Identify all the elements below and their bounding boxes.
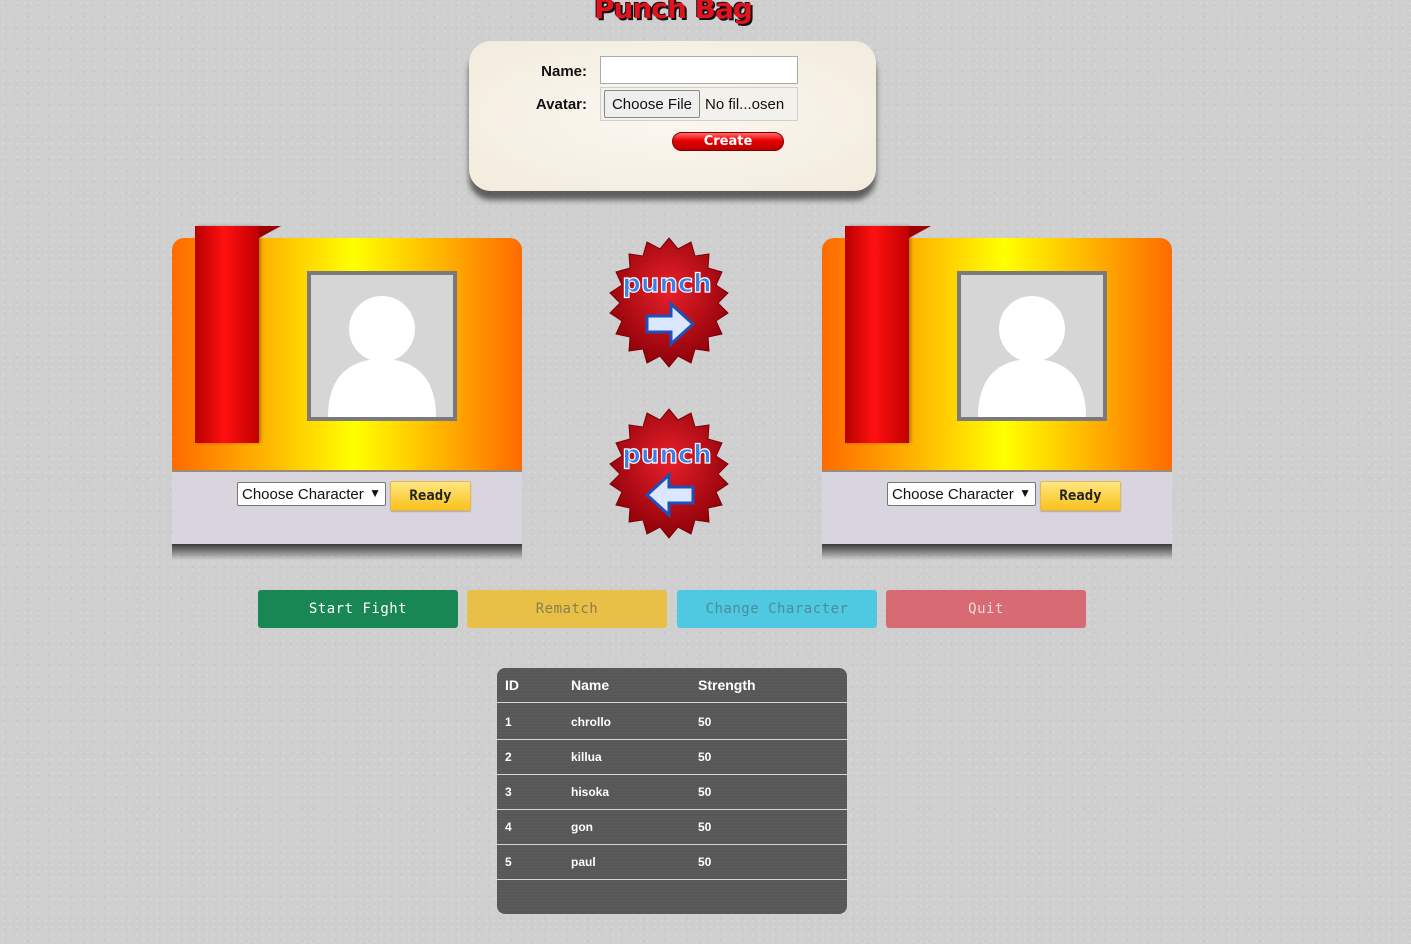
player-two-character-select[interactable]: Choose Character ▼ xyxy=(887,482,1036,506)
cell-strength: 50 xyxy=(698,785,712,799)
cell-strength: 50 xyxy=(698,715,712,729)
chevron-down-icon: ▼ xyxy=(1019,486,1031,500)
cell-name: killua xyxy=(571,750,602,764)
name-input[interactable] xyxy=(600,56,798,84)
player-one-avatar xyxy=(307,271,457,421)
punch-right-button[interactable]: punch xyxy=(603,236,735,368)
name-label: Name: xyxy=(541,63,587,80)
player-two-ready-button[interactable]: Ready xyxy=(1040,481,1121,511)
player-one-controls: Choose Character ▼ Ready xyxy=(172,470,522,544)
cell-id: 5 xyxy=(505,855,512,869)
cell-strength: 50 xyxy=(698,855,712,869)
column-header-strength: Strength xyxy=(698,677,756,693)
punch-left-button[interactable]: punch xyxy=(603,407,735,539)
table-row[interactable]: 2 killua 50 xyxy=(497,740,847,775)
column-header-name: Name xyxy=(571,677,610,693)
cell-id: 3 xyxy=(505,785,512,799)
player-one-ready-button[interactable]: Ready xyxy=(390,481,471,511)
punch-left-arrow-icon: punch xyxy=(609,408,729,539)
avatar-label: Avatar: xyxy=(535,96,587,113)
change-character-button[interactable]: Change Character xyxy=(677,590,877,628)
cell-id: 1 xyxy=(505,715,512,729)
cell-name: paul xyxy=(571,855,596,869)
cell-name: gon xyxy=(571,820,593,834)
select-value: Choose Character xyxy=(242,485,364,503)
cell-id: 4 xyxy=(505,820,512,834)
punch-right-label: punch xyxy=(622,269,712,299)
choose-file-button[interactable]: Choose File xyxy=(604,90,700,118)
table-row[interactable]: 4 gon 50 xyxy=(497,810,847,845)
page: Punch Bag Name: Avatar: Choose File No f… xyxy=(0,0,1411,944)
cell-strength: 50 xyxy=(698,820,712,834)
ribbon-fold-decoration xyxy=(259,226,281,238)
create-button[interactable]: Create xyxy=(672,132,784,151)
file-status-text: No fil...osen xyxy=(705,96,785,113)
table-header-row: ID Name Strength xyxy=(497,668,847,703)
cell-strength: 50 xyxy=(698,750,712,764)
character-table: ID Name Strength 1 chrollo 50 2 killua 5… xyxy=(497,668,847,914)
chevron-down-icon: ▼ xyxy=(369,486,381,500)
player-two-controls: Choose Character ▼ Ready xyxy=(822,470,1172,544)
ribbon-decoration xyxy=(195,226,259,443)
punch-left-label: punch xyxy=(622,440,712,470)
player-one-character-select[interactable]: Choose Character ▼ xyxy=(237,482,386,506)
cell-name: hisoka xyxy=(571,785,610,799)
select-value: Choose Character xyxy=(892,485,1014,503)
avatar-placeholder-icon xyxy=(311,275,453,417)
ribbon-decoration xyxy=(845,226,909,443)
player-two-card: Choose Character ▼ Ready xyxy=(822,226,1172,566)
ribbon-fold-decoration xyxy=(909,226,931,238)
rematch-button[interactable]: Rematch xyxy=(467,590,667,628)
table-row[interactable]: 5 paul 50 xyxy=(497,845,847,880)
create-character-form: Name: Avatar: Choose File No fil...osen … xyxy=(469,41,876,191)
player-one-card: Choose Character ▼ Ready xyxy=(172,226,522,566)
cell-id: 2 xyxy=(505,750,512,764)
cell-name: chrollo xyxy=(571,715,612,729)
table-row[interactable]: 3 hisoka 50 xyxy=(497,775,847,810)
table-row[interactable]: 1 chrollo 50 xyxy=(497,705,847,740)
quit-button[interactable]: Quit xyxy=(886,590,1086,628)
avatar-placeholder-icon xyxy=(961,275,1103,417)
start-fight-button[interactable]: Start Fight xyxy=(258,590,458,628)
card-shadow xyxy=(822,544,1172,560)
app-title: Punch Bag xyxy=(594,0,753,25)
avatar-file-input[interactable]: Choose File No fil...osen xyxy=(600,87,798,121)
card-shadow xyxy=(172,544,522,560)
player-two-avatar xyxy=(957,271,1107,421)
punch-right-arrow-icon: punch xyxy=(609,237,729,368)
column-header-id: ID xyxy=(505,677,519,693)
